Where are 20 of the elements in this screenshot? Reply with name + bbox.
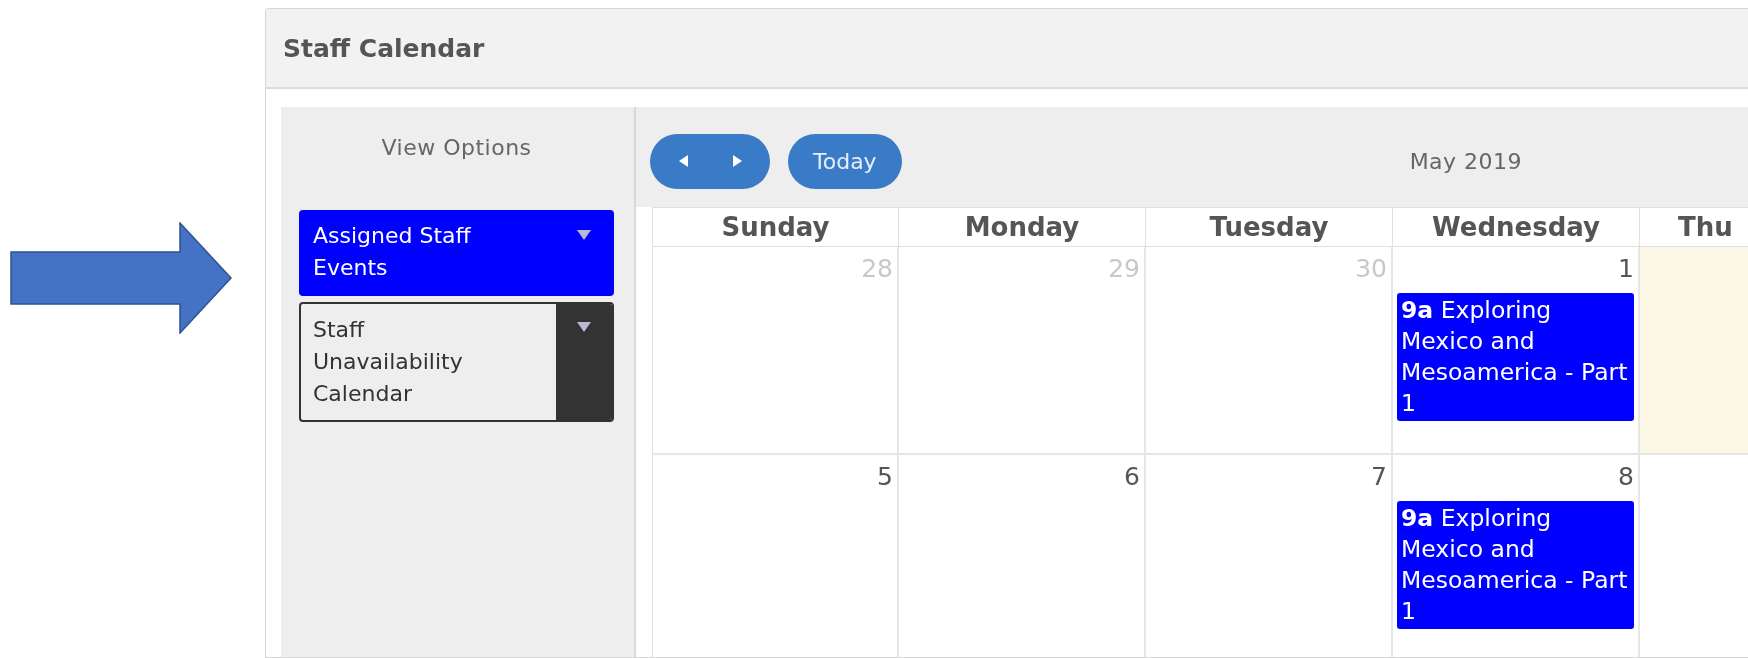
left-triangle-icon xyxy=(678,155,688,167)
calendar-event[interactable]: 9a Exploring Mexico and Mesoamerica - Part 1 xyxy=(1397,293,1634,421)
calendar-toggle[interactable]: Assigned Staff Events xyxy=(299,210,614,296)
previous-button[interactable] xyxy=(650,133,710,189)
caret-icon xyxy=(577,230,591,240)
calendar-event[interactable]: 9a Exploring Mexico and Mesoamerica - Part 1 xyxy=(1397,501,1634,629)
date-number: 5 xyxy=(877,461,893,493)
date-number: 6 xyxy=(1124,461,1140,493)
window-title: Staff Calendar xyxy=(283,33,485,63)
caret-icon xyxy=(577,322,591,332)
date-number: 1 xyxy=(1618,253,1634,285)
sidebar-title: View Options xyxy=(380,134,533,162)
today-button[interactable]: Today xyxy=(788,133,902,189)
calendar-toggle[interactable]: Staff Unavailability Calendar xyxy=(299,302,614,422)
date-number: 7 xyxy=(1371,461,1387,493)
arrow-icon xyxy=(10,222,232,334)
month-title: May 2019 xyxy=(1409,148,1523,174)
next-button[interactable] xyxy=(710,133,770,189)
right-triangle-icon xyxy=(732,155,742,167)
date-number: 8 xyxy=(1618,461,1634,493)
